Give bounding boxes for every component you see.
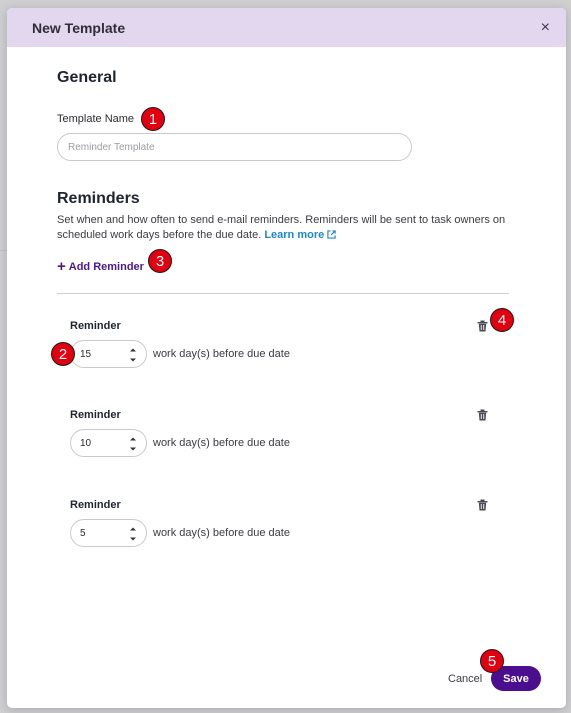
annotation-badge: 1	[141, 107, 165, 131]
chevron-down-icon[interactable]	[129, 445, 137, 453]
chevron-up-icon[interactable]	[129, 435, 137, 443]
new-template-modal: New Template × General Template Name Rem…	[7, 8, 566, 708]
chevron-down-icon[interactable]	[129, 535, 137, 543]
reminder-suffix: work day(s) before due date	[153, 348, 290, 360]
modal-title: New Template	[32, 19, 126, 36]
close-button[interactable]: ×	[541, 19, 550, 36]
reminder-item: Reminder 5 work day(s) before due date	[70, 499, 490, 559]
chevron-up-icon[interactable]	[129, 525, 137, 533]
learn-more-link[interactable]: Learn more	[264, 229, 336, 241]
cancel-button[interactable]: Cancel	[448, 673, 482, 685]
divider	[57, 293, 509, 294]
reminder-title: Reminder	[70, 320, 121, 332]
trash-icon[interactable]	[477, 319, 488, 337]
external-link-icon	[327, 229, 336, 244]
reminder-item: Reminder 15 work day(s) before due date	[70, 320, 490, 380]
template-name-label: Template Name	[57, 113, 135, 125]
stepper-value[interactable]: 5	[80, 528, 86, 539]
reminder-suffix: work day(s) before due date	[153, 437, 290, 449]
stepper-value[interactable]: 10	[80, 438, 91, 449]
annotation-badge: 2	[51, 342, 75, 366]
reminder-item: Reminder 10 work day(s) before due date	[70, 409, 490, 469]
reminder-title: Reminder	[70, 499, 121, 511]
template-name-input[interactable]	[57, 133, 412, 161]
reminder-days-stepper[interactable]: 15	[70, 340, 147, 368]
annotation-badge: 5	[480, 649, 504, 673]
reminders-description: Set when and how often to send e-mail re…	[57, 213, 517, 244]
trash-icon[interactable]	[477, 498, 488, 516]
reminder-days-stepper[interactable]: 10	[70, 429, 147, 457]
annotation-badge: 3	[148, 249, 172, 273]
general-heading: General	[57, 69, 117, 86]
add-reminder-label: Add Reminder	[68, 260, 144, 273]
stepper-value[interactable]: 15	[80, 349, 91, 360]
chevron-down-icon[interactable]	[129, 356, 137, 364]
plus-icon: +	[57, 258, 66, 275]
annotation-badge: 4	[490, 308, 514, 332]
modal-header: New Template ×	[7, 8, 566, 47]
learn-more-label: Learn more	[264, 229, 325, 241]
reminder-title: Reminder	[70, 409, 121, 421]
reminder-days-stepper[interactable]: 5	[70, 519, 147, 547]
add-reminder-button[interactable]: + Add Reminder	[57, 259, 144, 274]
reminders-heading: Reminders	[57, 190, 140, 207]
trash-icon[interactable]	[477, 408, 488, 426]
chevron-up-icon[interactable]	[129, 346, 137, 354]
reminder-suffix: work day(s) before due date	[153, 527, 290, 539]
